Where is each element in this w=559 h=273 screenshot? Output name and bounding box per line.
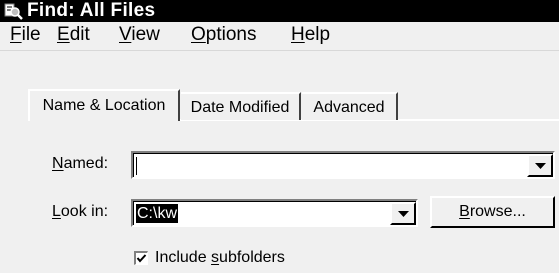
- title-bar[interactable]: Find: All Files: [0, 0, 559, 22]
- include-subfolders-label[interactable]: Include subfolders: [155, 249, 285, 267]
- tab-date-modified[interactable]: Date Modified: [181, 92, 301, 120]
- menu-bar: File Edit View Options Help: [0, 22, 559, 48]
- named-dropdown-button[interactable]: [527, 154, 553, 177]
- menu-view[interactable]: View: [119, 22, 160, 48]
- look-in-dropdown-button[interactable]: [390, 202, 416, 225]
- tab-name-location[interactable]: Name & Location: [28, 89, 180, 121]
- menu-options[interactable]: Options: [191, 22, 256, 48]
- browse-button[interactable]: Browse...: [430, 196, 555, 228]
- named-value: [136, 156, 138, 175]
- menu-edit[interactable]: Edit: [57, 22, 90, 48]
- find-window: Find: All Files File Edit View Options H…: [0, 0, 559, 273]
- menu-separator: [0, 50, 559, 51]
- chevron-down-icon: [398, 211, 409, 217]
- named-label: Named:: [52, 155, 109, 172]
- tab-advanced[interactable]: Advanced: [302, 92, 398, 120]
- look-in-value: C:\kw: [136, 204, 178, 223]
- include-subfolders-checkbox[interactable]: [134, 251, 148, 265]
- window-title: Find: All Files: [27, 0, 156, 21]
- menu-file[interactable]: File: [10, 22, 41, 48]
- chevron-down-icon: [535, 163, 546, 169]
- menu-help[interactable]: Help: [291, 22, 330, 48]
- find-files-icon: [4, 3, 23, 20]
- look-in-combobox[interactable]: C:\kw: [131, 199, 418, 227]
- named-combobox[interactable]: [131, 151, 555, 179]
- check-icon: [136, 254, 147, 263]
- look-in-label: Look in:: [52, 203, 109, 220]
